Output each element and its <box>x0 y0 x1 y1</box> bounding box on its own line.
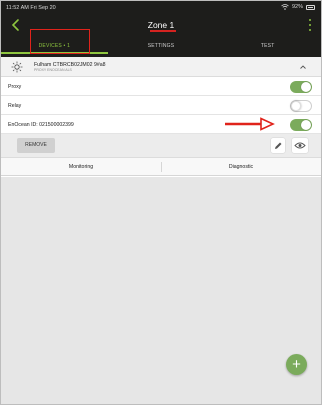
app-screen: 11:52 AM Fri Sep 20 92% Zone 1 DEVICES •… <box>0 0 322 405</box>
status-right: 92% <box>281 4 315 10</box>
proxy-row: Proxy <box>1 78 321 96</box>
edit-button[interactable] <box>271 138 285 153</box>
enocean-label: EnOcean ID: 021500002399 <box>8 122 74 128</box>
tab-test[interactable]: TEST <box>214 41 321 54</box>
monitoring-tab-bar: Monitoring Diagnostic <box>1 158 321 176</box>
chevron-up-icon[interactable] <box>299 63 307 71</box>
wifi-icon <box>281 4 289 10</box>
relay-toggle[interactable] <box>290 100 312 112</box>
bulb-icon <box>11 61 23 73</box>
content-area <box>1 177 321 404</box>
tab-settings[interactable]: SETTINGS <box>108 41 215 54</box>
status-time: 11:52 AM Fri Sep 20 <box>6 5 56 11</box>
title-underline-annotation <box>150 30 176 32</box>
arrow-annotation <box>225 117 275 131</box>
relay-row: Relay <box>1 97 321 115</box>
device-header-row[interactable]: Fulham CTBRCB02JM02 9#a8 PROXY ENOCEAN A… <box>1 57 321 77</box>
tab-highlight-annotation <box>30 29 90 54</box>
tab-monitoring[interactable]: Monitoring <box>1 158 161 175</box>
proxy-label: Proxy <box>8 84 22 90</box>
enocean-toggle[interactable] <box>290 119 312 131</box>
plus-icon: + <box>292 356 301 373</box>
tab-diagnostic[interactable]: Diagnostic <box>161 158 321 175</box>
device-subtitle: PROXY ENOCEAN ALS <box>34 68 72 72</box>
eye-icon <box>294 142 306 149</box>
view-button[interactable] <box>292 138 308 153</box>
more-vertical-icon[interactable] <box>307 19 313 31</box>
battery-percent: 92% <box>291 4 303 10</box>
device-actions-bar: REMOVE <box>1 134 321 158</box>
remove-button[interactable]: REMOVE <box>17 138 55 153</box>
proxy-toggle[interactable] <box>290 81 312 93</box>
subtab-divider <box>161 162 162 172</box>
add-button[interactable]: + <box>286 354 307 375</box>
battery-icon <box>306 4 315 10</box>
pencil-icon <box>275 142 282 149</box>
relay-label: Relay <box>8 103 22 109</box>
status-bar: 11:52 AM Fri Sep 20 92% <box>1 1 321 13</box>
